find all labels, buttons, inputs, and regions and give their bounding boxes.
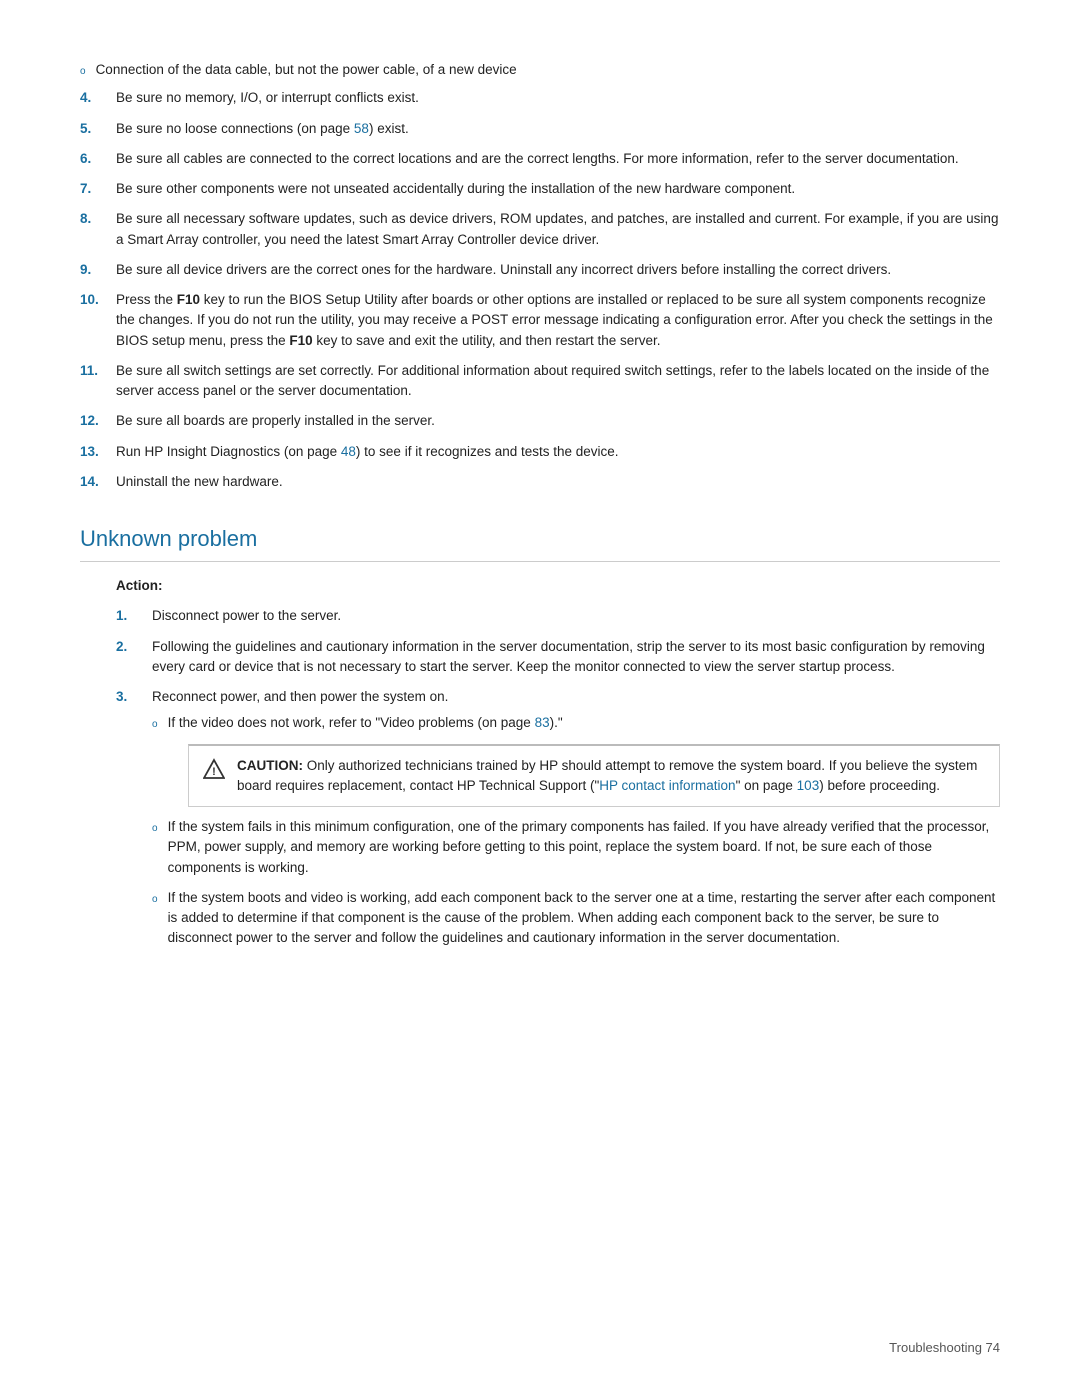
bullet-dot: o <box>152 892 158 907</box>
list-item: 13. Run HP Insight Diagnostics (on page … <box>80 442 1000 462</box>
caution-label: CAUTION: <box>237 758 303 773</box>
list-item: 1. Disconnect power to the server. <box>116 606 1000 626</box>
list-item: 6. Be sure all cables are connected to t… <box>80 149 1000 169</box>
top-numbered-list: 4. Be sure no memory, I/O, or interrupt … <box>80 88 1000 492</box>
caution-content: CAUTION: Only authorized technicians tra… <box>237 756 985 797</box>
item-content: Be sure no memory, I/O, or interrupt con… <box>116 88 1000 108</box>
top-bullet-item: o Connection of the data cable, but not … <box>80 60 1000 80</box>
list-item: 10. Press the F10 key to run the BIOS Se… <box>80 290 1000 351</box>
unknown-problem-content: Action: 1. Disconnect power to the serve… <box>116 576 1000 957</box>
sub-bullet-text: If the system boots and video is working… <box>168 888 1000 949</box>
item-number: 12. <box>80 411 116 431</box>
list-item: 2. Following the guidelines and cautiona… <box>116 637 1000 678</box>
list-item: 8. Be sure all necessary software update… <box>80 209 1000 250</box>
bullet-dot: o <box>80 64 86 79</box>
item-content: Following the guidelines and cautionary … <box>152 637 1000 678</box>
caution-text: Only authorized technicians trained by H… <box>237 758 977 793</box>
list-item: 14. Uninstall the new hardware. <box>80 472 1000 492</box>
item-content: Be sure all cables are connected to the … <box>116 149 1000 169</box>
item-number: 2. <box>116 637 152 657</box>
item-number: 4. <box>80 88 116 108</box>
page-footer: Troubleshooting 74 <box>889 1338 1000 1358</box>
page-link-58[interactable]: 58 <box>354 121 369 136</box>
item-number: 7. <box>80 179 116 199</box>
caution-box: ! CAUTION: Only authorized technicians t… <box>188 744 1000 808</box>
sub-bullet-item: o If the system fails in this minimum co… <box>152 817 1000 878</box>
list-item: 3. Reconnect power, and then power the s… <box>116 687 1000 957</box>
sub-bullet-item: o If the system boots and video is worki… <box>152 888 1000 949</box>
list-item: 5. Be sure no loose connections (on page… <box>80 119 1000 139</box>
list-item: 9. Be sure all device drivers are the co… <box>80 260 1000 280</box>
item-text: Reconnect power, and then power the syst… <box>152 689 448 704</box>
sub-bullet-text: If the system fails in this minimum conf… <box>168 817 1000 878</box>
sub-bullet-item: o If the video does not work, refer to "… <box>152 713 1000 733</box>
item-content: Run HP Insight Diagnostics (on page 48) … <box>116 442 1000 462</box>
bullet-dot: o <box>152 717 158 732</box>
page-link-103[interactable]: 103 <box>797 778 820 793</box>
item-content: Be sure other components were not unseat… <box>116 179 1000 199</box>
item-content: Be sure no loose connections (on page 58… <box>116 119 1000 139</box>
item-content: Press the F10 key to run the BIOS Setup … <box>116 290 1000 351</box>
unknown-problem-list: 1. Disconnect power to the server. 2. Fo… <box>116 606 1000 956</box>
action-label: Action: <box>116 576 1000 596</box>
page-link-83[interactable]: 83 <box>535 715 550 730</box>
page-link-48[interactable]: 48 <box>341 444 356 459</box>
list-item: 11. Be sure all switch settings are set … <box>80 361 1000 402</box>
bullet-text: Connection of the data cable, but not th… <box>96 60 517 80</box>
bullet-dot: o <box>152 821 158 836</box>
warning-icon: ! <box>203 758 225 786</box>
sub-bullets-after-caution: o If the system fails in this minimum co… <box>152 817 1000 949</box>
item-number: 3. <box>116 687 152 707</box>
item-content: Be sure all device drivers are the corre… <box>116 260 1000 280</box>
item-content: Be sure all switch settings are set corr… <box>116 361 1000 402</box>
sub-bullets: o If the video does not work, refer to "… <box>152 713 1000 733</box>
item-number: 10. <box>80 290 116 310</box>
hp-contact-link[interactable]: HP contact information <box>599 778 735 793</box>
footer-text: Troubleshooting 74 <box>889 1340 1000 1355</box>
item-content: Uninstall the new hardware. <box>116 472 1000 492</box>
list-item: 4. Be sure no memory, I/O, or interrupt … <box>80 88 1000 108</box>
list-item: 7. Be sure other components were not uns… <box>80 179 1000 199</box>
item-number: 14. <box>80 472 116 492</box>
item-number: 9. <box>80 260 116 280</box>
bold-f10-2: F10 <box>289 333 312 348</box>
item-content: Be sure all boards are properly installe… <box>116 411 1000 431</box>
bold-f10: F10 <box>177 292 200 307</box>
section-heading-unknown-problem: Unknown problem <box>80 522 1000 562</box>
sub-bullet-text: If the video does not work, refer to "Vi… <box>168 713 563 733</box>
item-number: 1. <box>116 606 152 626</box>
item-content: Disconnect power to the server. <box>152 606 1000 626</box>
item-content: Reconnect power, and then power the syst… <box>152 687 1000 957</box>
item-number: 13. <box>80 442 116 462</box>
item-number: 8. <box>80 209 116 229</box>
item-number: 6. <box>80 149 116 169</box>
item-number: 5. <box>80 119 116 139</box>
svg-text:!: ! <box>212 766 216 778</box>
item-content: Be sure all necessary software updates, … <box>116 209 1000 250</box>
item-number: 11. <box>80 361 116 381</box>
list-item: 12. Be sure all boards are properly inst… <box>80 411 1000 431</box>
